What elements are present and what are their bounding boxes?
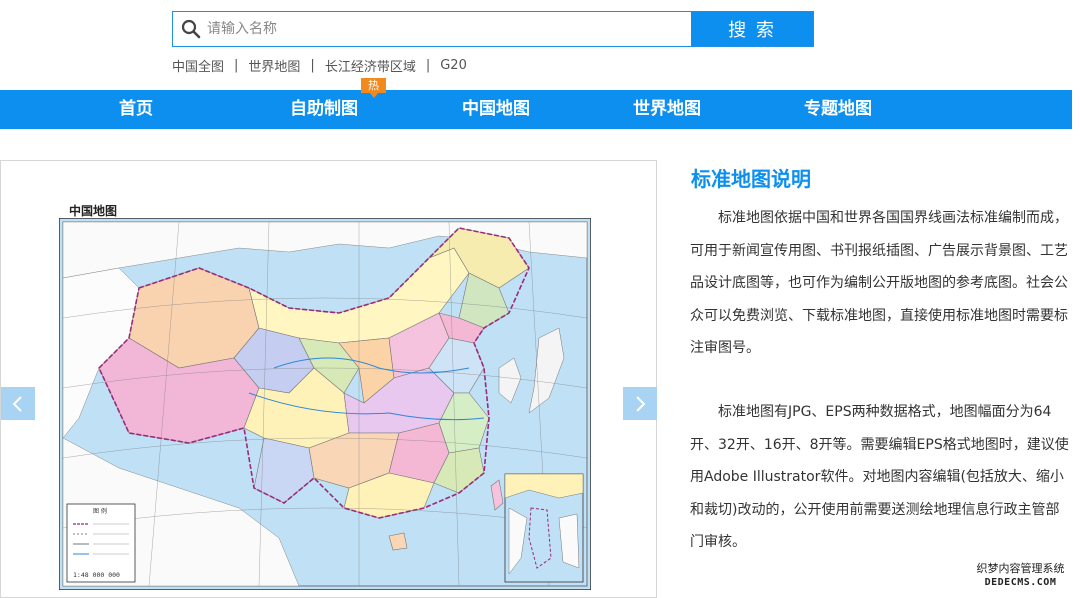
china-map-image[interactable]: 图 例 1:48 000 000 <box>59 218 591 590</box>
nav-item-china-map[interactable]: 中国地图 <box>462 90 530 129</box>
hot-badge: 热 <box>361 78 386 98</box>
quick-link-china[interactable]: 中国全图 <box>172 56 224 75</box>
nav-item-world-map[interactable]: 世界地图 <box>633 90 701 129</box>
search-box: 请输入名称 搜 索 <box>172 11 814 47</box>
south-china-sea-inset <box>504 473 584 583</box>
search-icon <box>181 19 201 39</box>
quick-links: 中国全图 | 世界地图 | 长江经济带区域 | G20 <box>172 56 467 75</box>
nav-item-custom-map[interactable]: 自助制图 <box>290 90 358 129</box>
quick-link-separator: | <box>425 58 431 73</box>
watermark: 织梦内容管理系统 DEDECMS.COM <box>968 562 1073 590</box>
carousel-next-button[interactable] <box>623 387 657 420</box>
quick-link-separator: | <box>310 58 315 73</box>
watermark-line1: 织梦内容管理系统 <box>976 562 1065 575</box>
side-paragraph-1: 标准地图依据中国和世界各国国界线画法标准编制而成，可用于新闻宣传用图、书刊报纸插… <box>690 210 1068 356</box>
carousel-prev-button[interactable] <box>1 387 35 420</box>
search-placeholder: 请输入名称 <box>207 21 277 37</box>
quick-link-separator: | <box>234 58 239 73</box>
main-nav: 首页 自助制图 中国地图 世界地图 专题地图 <box>0 90 1072 129</box>
search-button[interactable]: 搜 索 <box>691 12 813 46</box>
quick-link-yangtze[interactable]: 长江经济带区域 <box>325 56 416 75</box>
map-legend-title: 图 例 <box>93 507 107 515</box>
watermark-line2: DEDECMS.COM <box>984 577 1057 588</box>
quick-link-g20[interactable]: G20 <box>440 58 467 73</box>
map-scale: 1:48 000 000 <box>73 571 120 579</box>
chevron-right-icon <box>636 395 646 412</box>
side-title: 标准地图说明 <box>691 167 811 191</box>
quick-link-world[interactable]: 世界地图 <box>248 56 300 75</box>
map-title: 中国地图 <box>69 204 118 218</box>
nav-item-thematic-map[interactable]: 专题地图 <box>804 90 872 129</box>
search-input[interactable]: 请输入名称 <box>173 12 691 46</box>
side-paragraph-2: 标准地图有JPG、EPS两种数据格式，地图幅面分为64开、32开、16开、8开等… <box>690 404 1069 550</box>
nav-item-home[interactable]: 首页 <box>119 90 153 129</box>
chevron-left-icon <box>12 395 22 412</box>
